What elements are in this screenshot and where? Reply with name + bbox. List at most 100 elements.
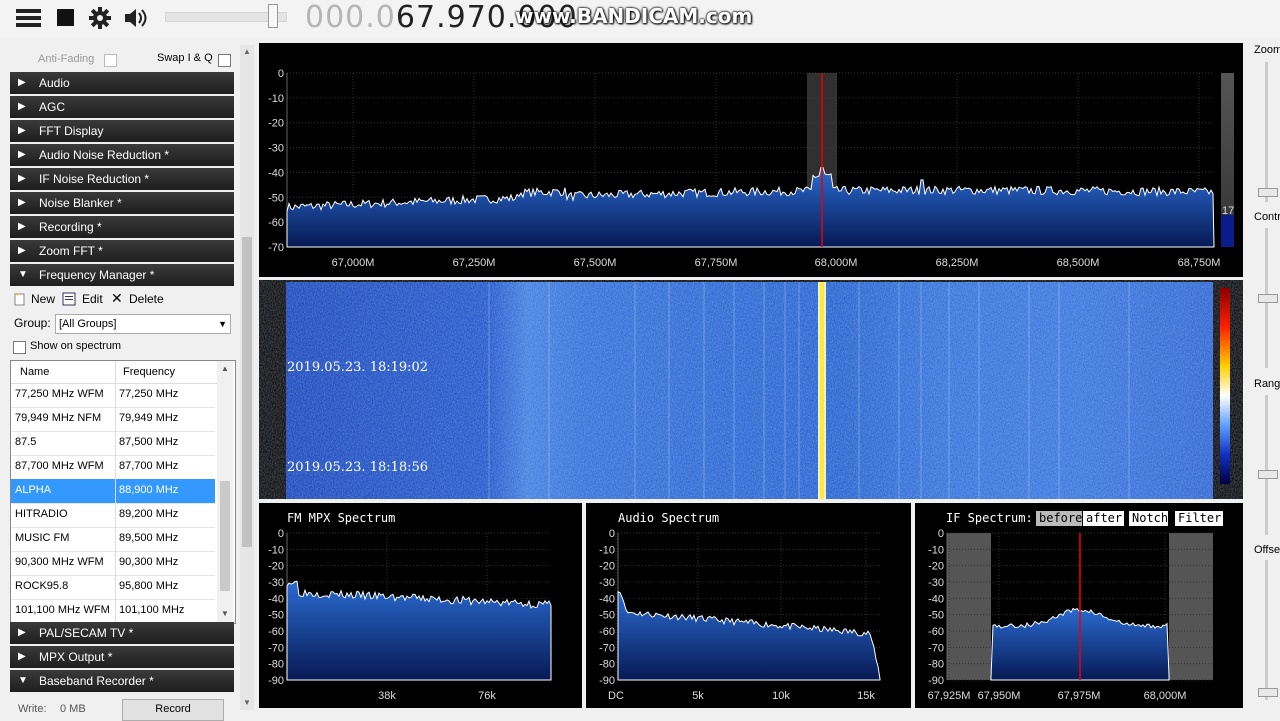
zoom-slider[interactable] (1265, 62, 1268, 202)
audio-ytick: -10 (599, 544, 615, 556)
speaker-icon[interactable] (124, 7, 150, 29)
if-xtick: 67,950M (978, 690, 1021, 702)
contrast-label: Contra (1254, 211, 1280, 223)
main-xtick: 68,750M (1178, 257, 1221, 269)
row-name: 101,100 MHz WFM (15, 604, 110, 616)
panel-label: AGC (39, 100, 66, 114)
range-slider-thumb[interactable] (1258, 470, 1278, 479)
waterfall-timestamp-1: 2019.05.23. 18:19:02 (287, 360, 428, 375)
stop-icon[interactable] (56, 7, 82, 29)
panel-header-zoom-fft[interactable]: ▶ Zoom FFT * (10, 240, 234, 264)
main-spectrum[interactable]: 0 -10 -20 -30 -40 -50 -60 -70 67,000M 67,250M 67,5… (259, 43, 1243, 277)
new-button[interactable]: New (31, 292, 55, 306)
panel-header-audio-noise-reduction[interactable]: ▶ Audio Noise Reduction * (10, 144, 234, 168)
if-xtick: 67,925M (928, 690, 971, 702)
zoom-slider-thumb[interactable] (1258, 188, 1278, 197)
panel-header-pal-secam-tv[interactable]: ▶ PAL/SECAM TV * (10, 622, 234, 646)
row-name: 77,250 MHz WFM (15, 388, 104, 400)
main-xtick: 67,250M (453, 257, 496, 269)
scroll-up-icon[interactable]: ▲ (221, 364, 229, 373)
gear-icon[interactable] (88, 7, 114, 29)
panel-label: Noise Blanker * (39, 196, 122, 210)
table-row[interactable]: HITRADIO 89,200 MHz (11, 503, 215, 528)
offset-slider-thumb[interactable] (1258, 688, 1278, 697)
main-xtick: 67,500M (574, 257, 617, 269)
sidebar-scrollbar[interactable]: ▲ ▼ (240, 45, 254, 710)
column-frequency[interactable]: Frequency (123, 366, 175, 378)
expand-icon: ▶ (18, 221, 26, 232)
group-select[interactable]: [All Groups] ▼ (55, 314, 231, 334)
waterfall[interactable]: 2019.05.23. 18:19:02 2019.05.23. 18:18:5… (259, 280, 1243, 499)
panel-header-agc[interactable]: ▶ AGC (10, 96, 234, 120)
volume-slider-thumb[interactable] (268, 4, 278, 28)
audio-title: Audio Spectrum (618, 511, 719, 525)
table-row[interactable]: 90,300 MHz WFM 90,300 MHz (11, 551, 215, 576)
table-row[interactable]: MUSIC FM 89,500 MHz (11, 527, 215, 552)
mpx-spectrum[interactable]: FM MPX Spectrum 0 -10 -20 -30 -40 -50 -60 -70 -8… (259, 503, 582, 708)
table-row[interactable]: 79,949 MHz NFM 79,949 MHz (11, 407, 215, 432)
range-slider[interactable] (1265, 395, 1268, 535)
main-ytick: -10 (268, 93, 284, 105)
show-on-spectrum-checkbox[interactable] (13, 341, 26, 354)
level-value: 17 (1222, 205, 1234, 217)
delete-button[interactable]: Delete (129, 292, 164, 306)
audio-ytick: -20 (599, 561, 615, 573)
mpx-ytick: -30 (268, 577, 284, 589)
if-ytick: -80 (928, 659, 944, 671)
if-spectrum[interactable]: IF Spectrum: before after Notch Filter 0 -10… (915, 503, 1243, 708)
panel-header-audio[interactable]: ▶ Audio (10, 72, 234, 96)
swap-iq-label: Swap I & Q (157, 52, 213, 64)
panel-header-noise-blanker[interactable]: ▶ Noise Blanker * (10, 192, 234, 216)
toolbar: 000.067.970.000 www.BANDICAM.com (0, 0, 1280, 38)
table-row[interactable]: ALPHA 88,900 MHz (11, 479, 215, 504)
expand-icon: ▶ (18, 101, 26, 112)
swap-iq-checkbox[interactable] (218, 54, 231, 67)
main-ytick: -20 (268, 118, 284, 130)
column-name[interactable]: Name (20, 366, 49, 378)
scroll-down-icon[interactable]: ▼ (221, 609, 229, 618)
frequency-table: Name Frequency 77,250 MHz WFM 77,250 MHz 7… (10, 360, 236, 624)
table-row[interactable]: 77,250 MHz WFM 77,250 MHz (11, 383, 215, 408)
menu-icon[interactable] (16, 7, 42, 29)
audio-ytick: -30 (599, 577, 615, 589)
offset-slider[interactable] (1265, 560, 1268, 700)
anti-fading-checkbox[interactable] (104, 54, 117, 67)
table-row[interactable]: ROCK95.8 95,800 MHz (11, 575, 215, 600)
if-before-button-label: before (1039, 511, 1082, 525)
zoom-label: Zoom (1254, 44, 1280, 56)
row-name: 90,300 MHz WFM (15, 556, 104, 568)
table-row[interactable]: 87.5 87,500 MHz (11, 431, 215, 456)
panel-header-fft-display[interactable]: ▶ FFT Display (10, 120, 234, 144)
main-ytick: 0 (278, 68, 284, 80)
if-ytick: -90 (928, 675, 944, 687)
mpx-ytick: -60 (268, 626, 284, 638)
table-row[interactable]: 87,700 MHz WFM 87,700 MHz (11, 455, 215, 480)
scroll-down-icon[interactable]: ▼ (243, 698, 251, 707)
table-scrollbar-thumb[interactable] (220, 481, 230, 591)
mpx-ytick: -80 (268, 659, 284, 671)
if-ytick: -10 (928, 544, 944, 556)
if-xtick: 67,975M (1058, 690, 1101, 702)
record-button[interactable]: Record (122, 699, 224, 721)
chevron-down-icon: ▼ (218, 319, 227, 329)
sidebar-scrollbar-thumb[interactable] (242, 237, 252, 547)
waterfall-palette (1220, 288, 1230, 484)
expand-icon: ▶ (18, 197, 26, 208)
audio-spectrum[interactable]: Audio Spectrum 0 -10 -20 -30 -40 -50 -60 -70 -80… (586, 503, 911, 708)
edit-button[interactable]: Edit (82, 292, 103, 306)
panel-header-frequency-manager[interactable]: ▼ Frequency Manager * (10, 264, 234, 288)
mpx-xtick: 38k (378, 690, 396, 702)
panel-header-recording[interactable]: ▶ Recording * (10, 216, 234, 240)
table-row[interactable]: 101,100 MHz WFM 101,100 MHz (11, 599, 215, 623)
expand-icon: ▶ (18, 149, 26, 160)
panel-header-mpx-output[interactable]: ▶ MPX Output * (10, 646, 234, 670)
main-ytick: -60 (268, 217, 284, 229)
contrast-slider-thumb[interactable] (1258, 294, 1278, 303)
anti-fading-label: Anti-Fading (38, 53, 95, 65)
frequency-leading-digits[interactable]: 000.0 (305, 0, 396, 35)
row-name: ALPHA (15, 484, 52, 496)
panel-header-if-noise-reduction[interactable]: ▶ IF Noise Reduction * (10, 168, 234, 192)
table-scrollbar[interactable]: ▲ ▼ (217, 361, 233, 623)
panel-header-baseband-recorder[interactable]: ▼ Baseband Recorder * (10, 670, 234, 694)
scroll-up-icon[interactable]: ▲ (243, 47, 251, 56)
